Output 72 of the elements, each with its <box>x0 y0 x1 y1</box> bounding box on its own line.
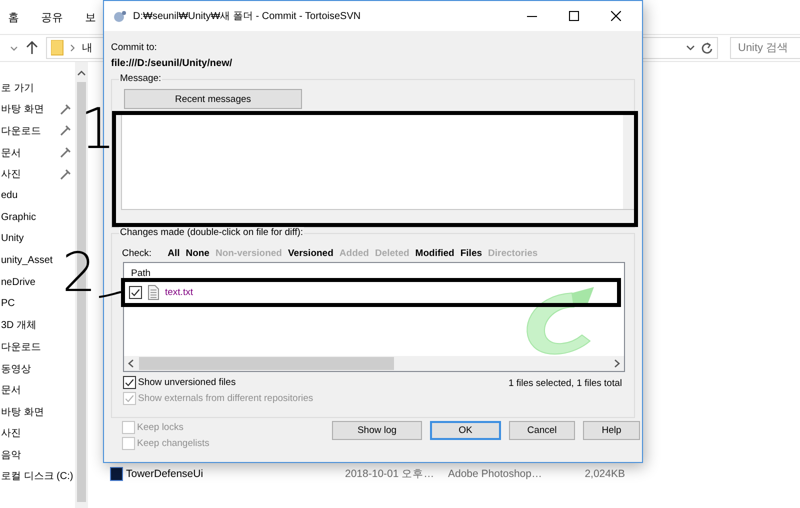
pin-icon[interactable] <box>60 147 71 158</box>
scroll-left-icon[interactable] <box>128 359 134 368</box>
checkbox[interactable] <box>123 376 136 389</box>
sidebar-item[interactable]: 로 가기 <box>1 80 34 95</box>
ribbon-tab[interactable]: 홈 <box>8 10 19 24</box>
sidebar-item[interactable]: 다운로드 <box>1 124 41 138</box>
file-name[interactable]: text.txt <box>165 287 193 298</box>
checkbox[interactable] <box>129 286 142 299</box>
file-type: Adobe Photoshop… <box>448 468 543 480</box>
address-path: 내 <box>82 41 93 55</box>
repository-url: file:///D:/seunil/Unity/new/ <box>111 58 232 68</box>
scroll-up-icon[interactable] <box>77 70 86 76</box>
filter-link[interactable]: Files <box>460 248 482 259</box>
pin-icon[interactable] <box>60 104 71 115</box>
leader-line <box>99 290 122 299</box>
sidebar-item[interactable]: unity_Asset <box>1 255 53 266</box>
window-title: D:₩seunil₩Unity₩새 폴더 - Commit - TortoiseSVN <box>133 10 362 23</box>
maximize-icon[interactable] <box>569 11 579 21</box>
close-icon[interactable] <box>611 11 621 21</box>
chevron-down-icon[interactable] <box>686 45 695 51</box>
refresh-icon[interactable] <box>701 42 714 54</box>
text-file-icon <box>148 285 159 300</box>
sidebar-item[interactable]: 3D 개체 <box>1 318 37 332</box>
dialog-button[interactable]: Cancel <box>509 421 575 440</box>
sidebar-item[interactable]: 문서 <box>1 146 21 160</box>
sidebar-item[interactable]: 로컬 디스크 (C:) <box>1 469 74 484</box>
ribbon-tab[interactable]: 공유 <box>41 10 63 24</box>
sidebar-item[interactable]: Unity <box>1 233 24 244</box>
sidebar-item[interactable]: 바탕 화면 <box>1 404 44 419</box>
sidebar-item[interactable]: 바탕 화면 <box>1 102 44 116</box>
sidebar-item[interactable]: 사진 <box>1 426 21 440</box>
folder-icon <box>50 40 64 56</box>
up-arrow-icon[interactable] <box>26 41 38 55</box>
search-field[interactable]: Unity 검색 <box>730 37 800 59</box>
sidebar-item[interactable]: 동영상 <box>1 362 31 376</box>
selection-summary: 1 files selected, 1 files total <box>508 378 622 389</box>
horizontal-scrollbar[interactable] <box>124 356 624 371</box>
pin-icon[interactable] <box>60 125 71 136</box>
sidebar-item[interactable]: Graphic <box>1 212 36 223</box>
message-field[interactable] <box>121 114 635 210</box>
column-header[interactable]: Path <box>131 268 151 279</box>
dialog-button[interactable]: Help <box>583 421 640 440</box>
filter-link[interactable]: All <box>168 248 180 259</box>
scroll-right-icon[interactable] <box>614 359 620 368</box>
ribbon-tab[interactable]: 보 <box>85 10 96 24</box>
group-label: Message: <box>119 73 162 84</box>
filter-link[interactable]: Versioned <box>288 248 334 259</box>
file-name[interactable]: TowerDefenseUi <box>126 468 345 480</box>
sidebar-item[interactable]: 문서 <box>1 383 21 398</box>
sidebar-item[interactable]: 음악 <box>1 448 21 462</box>
group-label: Changes made (double-click on file for diff): <box>119 227 304 238</box>
file-size: 2,024KB <box>584 468 625 480</box>
photoshop-file-icon <box>110 467 123 481</box>
chevron-down-icon[interactable] <box>10 46 18 50</box>
option-label[interactable]: Show unversioned files <box>138 377 236 388</box>
sidebar-item[interactable]: PC <box>1 298 15 310</box>
dialog-button[interactable]: Show log <box>332 421 422 440</box>
sidebar-item[interactable]: 사진 <box>1 167 21 182</box>
recent-messages-button[interactable]: Recent messages <box>124 89 302 109</box>
sidebar-item[interactable]: neDrive <box>1 276 36 288</box>
sidebar-item[interactable]: 다운로드 <box>1 340 41 354</box>
file-date: 2018-10-01 오후… <box>345 467 436 481</box>
dialog-button[interactable]: OK <box>430 421 501 440</box>
commit-to-label: Commit to: <box>111 42 157 52</box>
chevron-right-icon <box>70 44 76 52</box>
filter-link[interactable]: Modified <box>415 248 454 259</box>
sidebar-item[interactable]: edu <box>1 190 18 202</box>
pin-icon[interactable] <box>60 168 71 180</box>
filter-link[interactable]: None <box>186 248 210 259</box>
app-icon <box>112 9 127 23</box>
check-label: Check: <box>122 248 152 259</box>
annotation-number: 2 <box>62 246 96 300</box>
